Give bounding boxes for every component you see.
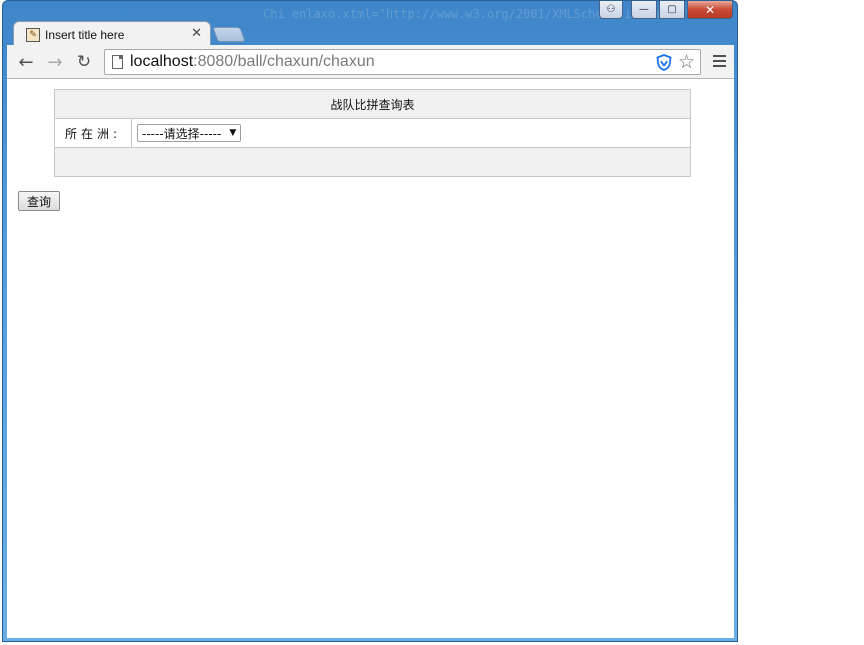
maximize-icon: ▢ (667, 4, 677, 15)
query-button[interactable]: 查询 (18, 191, 60, 211)
page-icon (112, 55, 123, 69)
forward-button[interactable]: → (44, 51, 66, 73)
form-title: 战队比拼查询表 (54, 89, 691, 119)
address-bar[interactable]: localhost:8080/ball/chaxun/chaxun ☆ (104, 49, 701, 75)
back-arrow-icon: ← (18, 51, 34, 73)
url-text: localhost:8080/ball/chaxun/chaxun (130, 53, 375, 71)
table-title-row: 战队比拼查询表 (54, 89, 691, 119)
window-controls: ⚇ — ▢ ✕ (599, 1, 733, 19)
minimize-icon: — (639, 4, 649, 15)
reload-button[interactable]: ↻ (73, 51, 95, 73)
url-host: localhost (130, 53, 194, 70)
browser-toolbar: ← → ↻ localhost:8080/ball/chaxun/chaxun … (7, 45, 734, 79)
new-tab-button[interactable] (212, 27, 246, 42)
forward-arrow-icon: → (47, 51, 63, 73)
desktop: Chi enlaxo.xtml="http://www.w3.org/2001/… (0, 0, 864, 645)
close-icon: ✕ (704, 2, 716, 17)
tab-title: Insert title here (45, 27, 125, 42)
url-path: :8080/ball/chaxun/chaxun (193, 53, 375, 70)
page-viewport: 战队比拼查询表 所在洲: -----请选择----- ▼ 查询 (7, 79, 734, 638)
footer-cell (54, 147, 691, 177)
field-cell: -----请选择----- ▼ (131, 118, 691, 148)
user-icon: ⚇ (606, 4, 616, 15)
minimize-button[interactable]: — (631, 1, 657, 19)
back-button[interactable]: ← (15, 51, 37, 73)
continent-select[interactable]: -----请选择----- ▼ (137, 124, 242, 142)
tab-close-icon[interactable]: ✕ (191, 27, 202, 41)
shield-icon[interactable] (656, 54, 672, 71)
chevron-down-icon: ▼ (229, 128, 237, 138)
table-footer-row (54, 147, 691, 177)
table-row: 所在洲: -----请选择----- ▼ (54, 118, 691, 148)
reload-icon: ↻ (76, 52, 92, 72)
field-label: 所在洲: (54, 118, 132, 148)
maximize-button[interactable]: ▢ (659, 1, 685, 19)
select-value: -----请选择----- (142, 126, 222, 141)
bookmark-star-icon[interactable]: ☆ (678, 51, 695, 73)
user-profile-button[interactable]: ⚇ (599, 1, 623, 19)
close-window-button[interactable]: ✕ (687, 1, 733, 19)
menu-icon[interactable] (713, 55, 726, 67)
tab-active[interactable]: ✎ Insert title here ✕ (13, 21, 211, 47)
favicon-icon: ✎ (26, 27, 40, 42)
query-form-table: 战队比拼查询表 所在洲: -----请选择----- ▼ (54, 89, 691, 177)
